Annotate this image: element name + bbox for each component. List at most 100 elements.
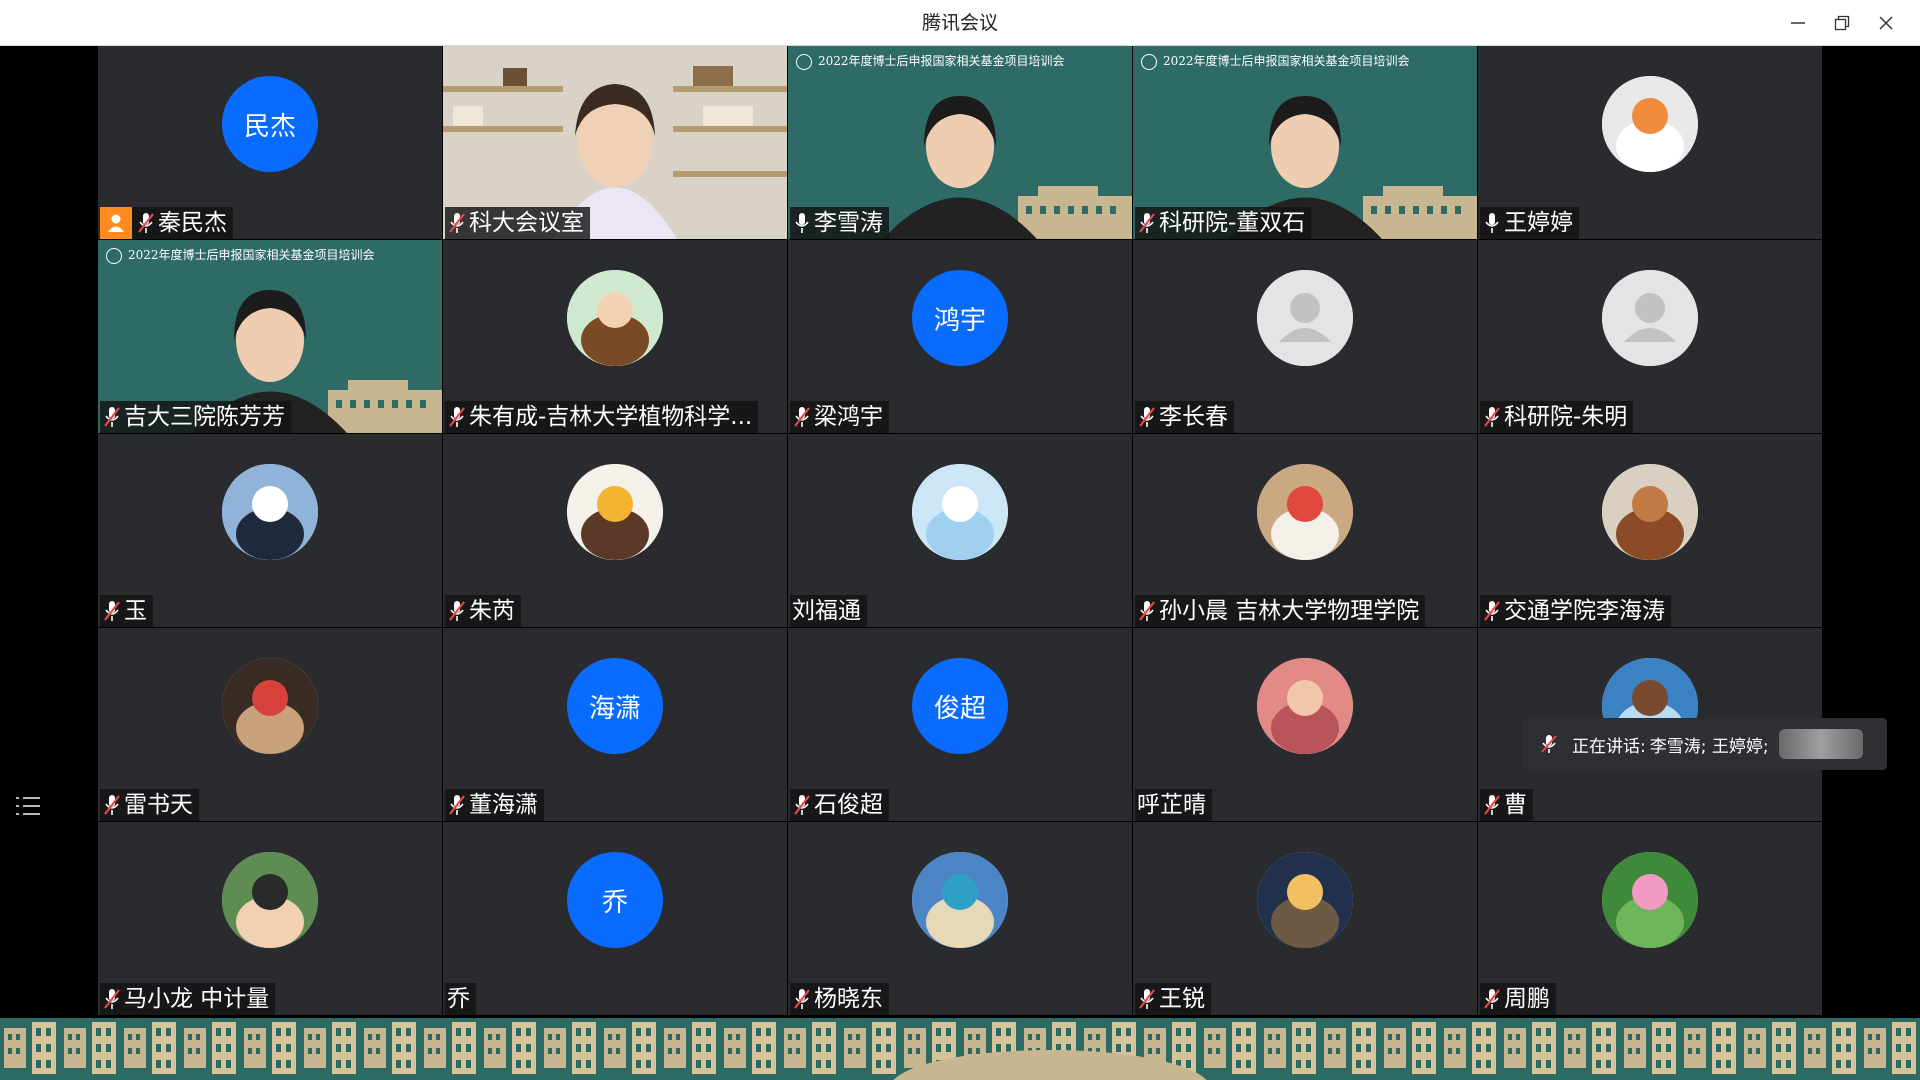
participant-tile[interactable]: 2022年度博士后申报国家相关基金项目培训会科研院-董双石	[1133, 46, 1477, 239]
meme-photo-avatar	[222, 658, 318, 754]
mic-muted-icon	[104, 407, 120, 427]
participant-tile[interactable]: 王婷婷	[1478, 46, 1822, 239]
participant-name: 梁鸿宇	[814, 404, 883, 430]
participant-name: 吉大三院陈芳芳	[124, 404, 285, 430]
mic-muted-icon	[1541, 735, 1557, 753]
list-icon	[16, 797, 40, 815]
participant-grid: 民杰 秦民杰 科大会议室 2022年度博士后申报国家相关基金项目培训会 李雪涛 2022年…	[98, 46, 1823, 1016]
mic-muted-icon	[1484, 601, 1500, 621]
participant-name: 石俊超	[814, 792, 883, 818]
avatar	[912, 852, 1008, 948]
close-button[interactable]	[1864, 0, 1908, 46]
speaking-prefix: 正在讲话:	[1572, 736, 1646, 757]
participant-tile[interactable]: 科研院-朱明	[1478, 240, 1822, 433]
participant-name: 孙小晨 吉林大学物理学院	[1159, 598, 1420, 624]
participant-tile[interactable]: 朱芮	[443, 434, 787, 627]
participant-name: 科研院-朱明	[1504, 404, 1628, 430]
participant-name-label: 石俊超	[790, 789, 889, 821]
host-icon	[100, 207, 132, 239]
building-pattern	[0, 1018, 1920, 1080]
avatar	[222, 464, 318, 560]
restore-icon	[1834, 15, 1850, 31]
participant-name-label: 朱芮	[445, 595, 521, 627]
participant-tile[interactable]: 马小龙 中计量	[98, 822, 442, 1015]
avatar: 俊超	[912, 658, 1008, 754]
participant-name-label: 科研院-朱明	[1480, 401, 1634, 433]
participant-name: 朱有成-吉林大学植物科学...	[469, 404, 753, 430]
participant-name-label: 玉	[100, 595, 153, 627]
mic-muted-icon	[449, 601, 465, 621]
participant-tile[interactable]: 2022年度博士后申报国家相关基金项目培训会 李雪涛	[788, 46, 1132, 239]
video-stage: 民杰 秦民杰 科大会议室 2022年度博士后申报国家相关基金项目培训会 李雪涛 2022年…	[0, 46, 1920, 1018]
participant-tile[interactable]: 俊超石俊超	[788, 628, 1132, 821]
participant-tile[interactable]: 雷书天	[98, 628, 442, 821]
minimize-icon	[1791, 22, 1805, 24]
participant-tile[interactable]: 玉	[98, 434, 442, 627]
participant-tile[interactable]: 2022年度博士后申报国家相关基金项目培训会吉大三院陈芳芳	[98, 240, 442, 433]
participant-name-label: 李雪涛	[790, 207, 889, 239]
mic-muted-icon	[1139, 989, 1155, 1009]
pink-frame-avatar	[1257, 658, 1353, 754]
mic-icon	[1485, 213, 1499, 233]
avatar	[1602, 464, 1698, 560]
mic-muted-icon	[794, 989, 810, 1009]
participant-tile[interactable]: 科大会议室	[443, 46, 787, 239]
university-seal-icon	[106, 247, 122, 264]
mic-muted-icon	[1484, 795, 1500, 815]
participant-name: 科研院-董双石	[1159, 210, 1306, 236]
participant-name-label: 董海潇	[445, 789, 544, 821]
mic-muted-icon	[104, 795, 120, 815]
participant-tile[interactable]: 周鹏	[1478, 822, 1822, 1015]
participant-name-label: 科大会议室	[445, 207, 590, 239]
mic-muted-icon	[794, 795, 810, 815]
default-user-avatar	[1257, 270, 1353, 366]
white-cat-avatar	[1602, 76, 1698, 172]
participant-name-label: 呼芷晴	[1135, 789, 1212, 821]
cartoon-dog-avatar	[1602, 464, 1698, 560]
participant-name-label: 雷书天	[100, 789, 199, 821]
participant-tile[interactable]: 朱有成-吉林大学植物科学...	[443, 240, 787, 433]
participant-name: 雷书天	[124, 792, 193, 818]
participant-tile[interactable]: 鸿宇 梁鸿宇	[788, 240, 1132, 433]
avatar	[1257, 270, 1353, 366]
participant-name: 乔	[447, 986, 470, 1012]
shared-background-strip	[0, 1018, 1920, 1080]
participant-list-button[interactable]	[14, 794, 42, 818]
avatar	[912, 464, 1008, 560]
participant-name-label: 孙小晨 吉林大学物理学院	[1135, 595, 1426, 627]
man-photo-avatar	[222, 852, 318, 948]
participant-name: 王婷婷	[1504, 210, 1573, 236]
participant-tile[interactable]: 王锐	[1133, 822, 1477, 1015]
participant-tile[interactable]: 刘福通	[788, 434, 1132, 627]
mic-muted-icon	[1139, 407, 1155, 427]
mic-muted-icon	[1139, 601, 1155, 621]
participant-tile[interactable]: 杨晓东	[788, 822, 1132, 1015]
close-icon	[1879, 16, 1893, 30]
mic-muted-icon	[1139, 213, 1155, 233]
restore-button[interactable]	[1820, 0, 1864, 46]
mic-muted-icon	[104, 989, 120, 1009]
participant-name-label: 科研院-董双石	[1135, 207, 1312, 239]
participant-tile[interactable]: 民杰 秦民杰	[98, 46, 442, 239]
participant-name-label: 吉大三院陈芳芳	[100, 401, 291, 433]
cartoon-boy-avatar	[567, 270, 663, 366]
participant-tile[interactable]: 海潇 董海潇	[443, 628, 787, 821]
avatar	[222, 852, 318, 948]
participant-tile[interactable]: 乔乔	[443, 822, 787, 1015]
speaking-names: 李雪涛; 王婷婷;	[1649, 736, 1769, 757]
participant-name: 李雪涛	[814, 210, 883, 236]
participant-name-label: 李长春	[1135, 401, 1234, 433]
participant-tile[interactable]: 交通学院李海涛	[1478, 434, 1822, 627]
meeting-banner-text: 2022年度博士后申报国家相关基金项目培训会	[1163, 54, 1410, 68]
participant-tile[interactable]: 孙小晨 吉林大学物理学院	[1133, 434, 1477, 627]
participant-name-label: 朱有成-吉林大学植物科学...	[445, 401, 759, 433]
meeting-banner: 2022年度博士后申报国家相关基金项目培训会	[98, 240, 442, 270]
avatar	[1602, 270, 1698, 366]
minimize-button[interactable]	[1776, 0, 1820, 46]
participant-name-label: 梁鸿宇	[790, 401, 889, 433]
avatar	[1602, 852, 1698, 948]
participant-name-label: 马小龙 中计量	[100, 983, 276, 1015]
participant-tile[interactable]: 呼芷晴	[1133, 628, 1477, 821]
participant-tile[interactable]: 李长春	[1133, 240, 1477, 433]
participant-name-label: 曹	[1480, 789, 1533, 821]
